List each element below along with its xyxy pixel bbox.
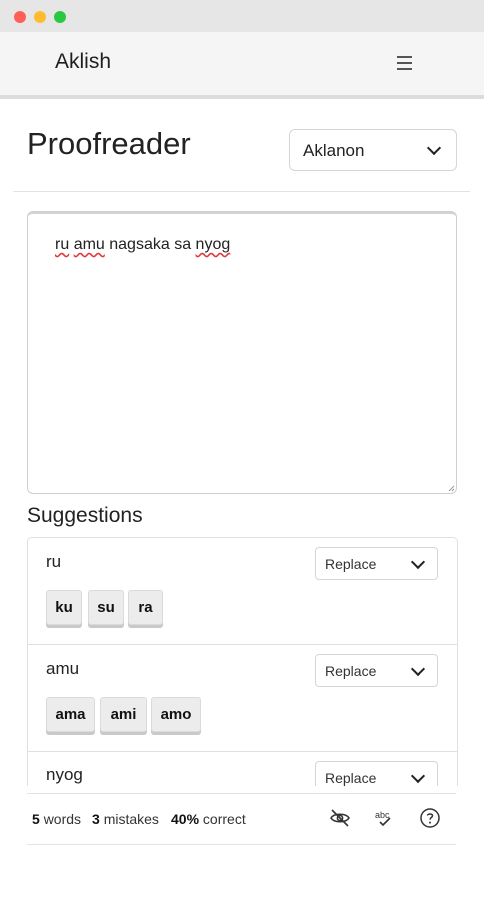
minimize-window-button[interactable]	[34, 11, 46, 23]
proofreader-textarea[interactable]: ru amu nagsaka sa nyog	[27, 211, 457, 494]
misspelled-word[interactable]: nyog	[196, 236, 231, 253]
mistake-count-label: mistakes	[103, 811, 159, 827]
suggestions-list: ru Replace ku su ra amu Replace ama ami …	[27, 537, 458, 786]
window-titlebar	[0, 0, 484, 32]
suggestion-word: amu	[46, 659, 80, 678]
replace-action-select[interactable]: Replace	[315, 654, 438, 687]
hide-eye-icon[interactable]	[328, 806, 352, 830]
word-count: 5 words	[32, 811, 81, 827]
mistake-count: 3 mistakes	[92, 811, 159, 827]
chevron-down-icon	[410, 554, 426, 570]
word-count-label: words	[43, 811, 82, 827]
suggestion-chip[interactable]: ami	[100, 697, 147, 732]
chevron-down-icon	[410, 768, 426, 784]
correct-percentage-label: correct	[202, 811, 246, 827]
correct-percentage-value: 40%	[171, 811, 200, 827]
suggestion-item: ru Replace ku su ra	[28, 538, 457, 645]
spellcheck-icon[interactable]: abc	[372, 806, 396, 830]
replace-action-select[interactable]: Replace	[315, 761, 438, 786]
suggestion-chip[interactable]: ku	[46, 590, 82, 625]
hamburger-icon[interactable]	[390, 51, 418, 75]
suggestion-chip[interactable]: ra	[128, 590, 163, 625]
replace-action-label: Replace	[325, 556, 377, 572]
misspelled-word[interactable]: amu	[74, 236, 105, 253]
resize-handle-icon[interactable]	[448, 485, 455, 492]
replace-action-select[interactable]: Replace	[315, 547, 438, 580]
suggestion-word: nyog	[46, 765, 83, 784]
suggestion-item: nyog Replace	[28, 752, 457, 786]
suggestion-item: amu Replace ama ami amo	[28, 645, 457, 752]
divider	[13, 191, 470, 192]
zoom-window-button[interactable]	[54, 11, 66, 23]
chevron-down-icon	[410, 661, 426, 677]
brand-logo-text[interactable]: Aklish	[55, 50, 111, 74]
suggestions-heading: Suggestions	[27, 504, 143, 527]
mistake-count-value: 3	[92, 811, 100, 827]
chevron-down-icon	[426, 140, 442, 156]
correct-percentage: 40% correct	[171, 811, 246, 827]
page-title: Proofreader	[27, 126, 191, 161]
suggestion-chip[interactable]: ama	[46, 697, 95, 732]
suggestion-word: ru	[46, 552, 62, 571]
suggestion-chip[interactable]: su	[88, 590, 124, 625]
word-count-value: 5	[32, 811, 40, 827]
language-select-value: Aklanon	[303, 141, 365, 160]
status-bar: 5 words 3 mistakes 40% correct abc	[27, 793, 456, 845]
editor-text: ru amu nagsaka sa nyog	[55, 236, 230, 254]
help-icon[interactable]	[418, 806, 442, 830]
misspelled-word[interactable]: ru	[55, 236, 69, 253]
language-select[interactable]: Aklanon	[289, 129, 457, 171]
editor-text-segment: nagsaka sa	[104, 236, 196, 253]
app-header: Aklish	[0, 32, 484, 99]
suggestion-chip[interactable]: amo	[151, 697, 201, 732]
replace-action-label: Replace	[325, 770, 377, 786]
svg-text:abc: abc	[375, 810, 390, 820]
replace-action-label: Replace	[325, 663, 377, 679]
close-window-button[interactable]	[14, 11, 26, 23]
